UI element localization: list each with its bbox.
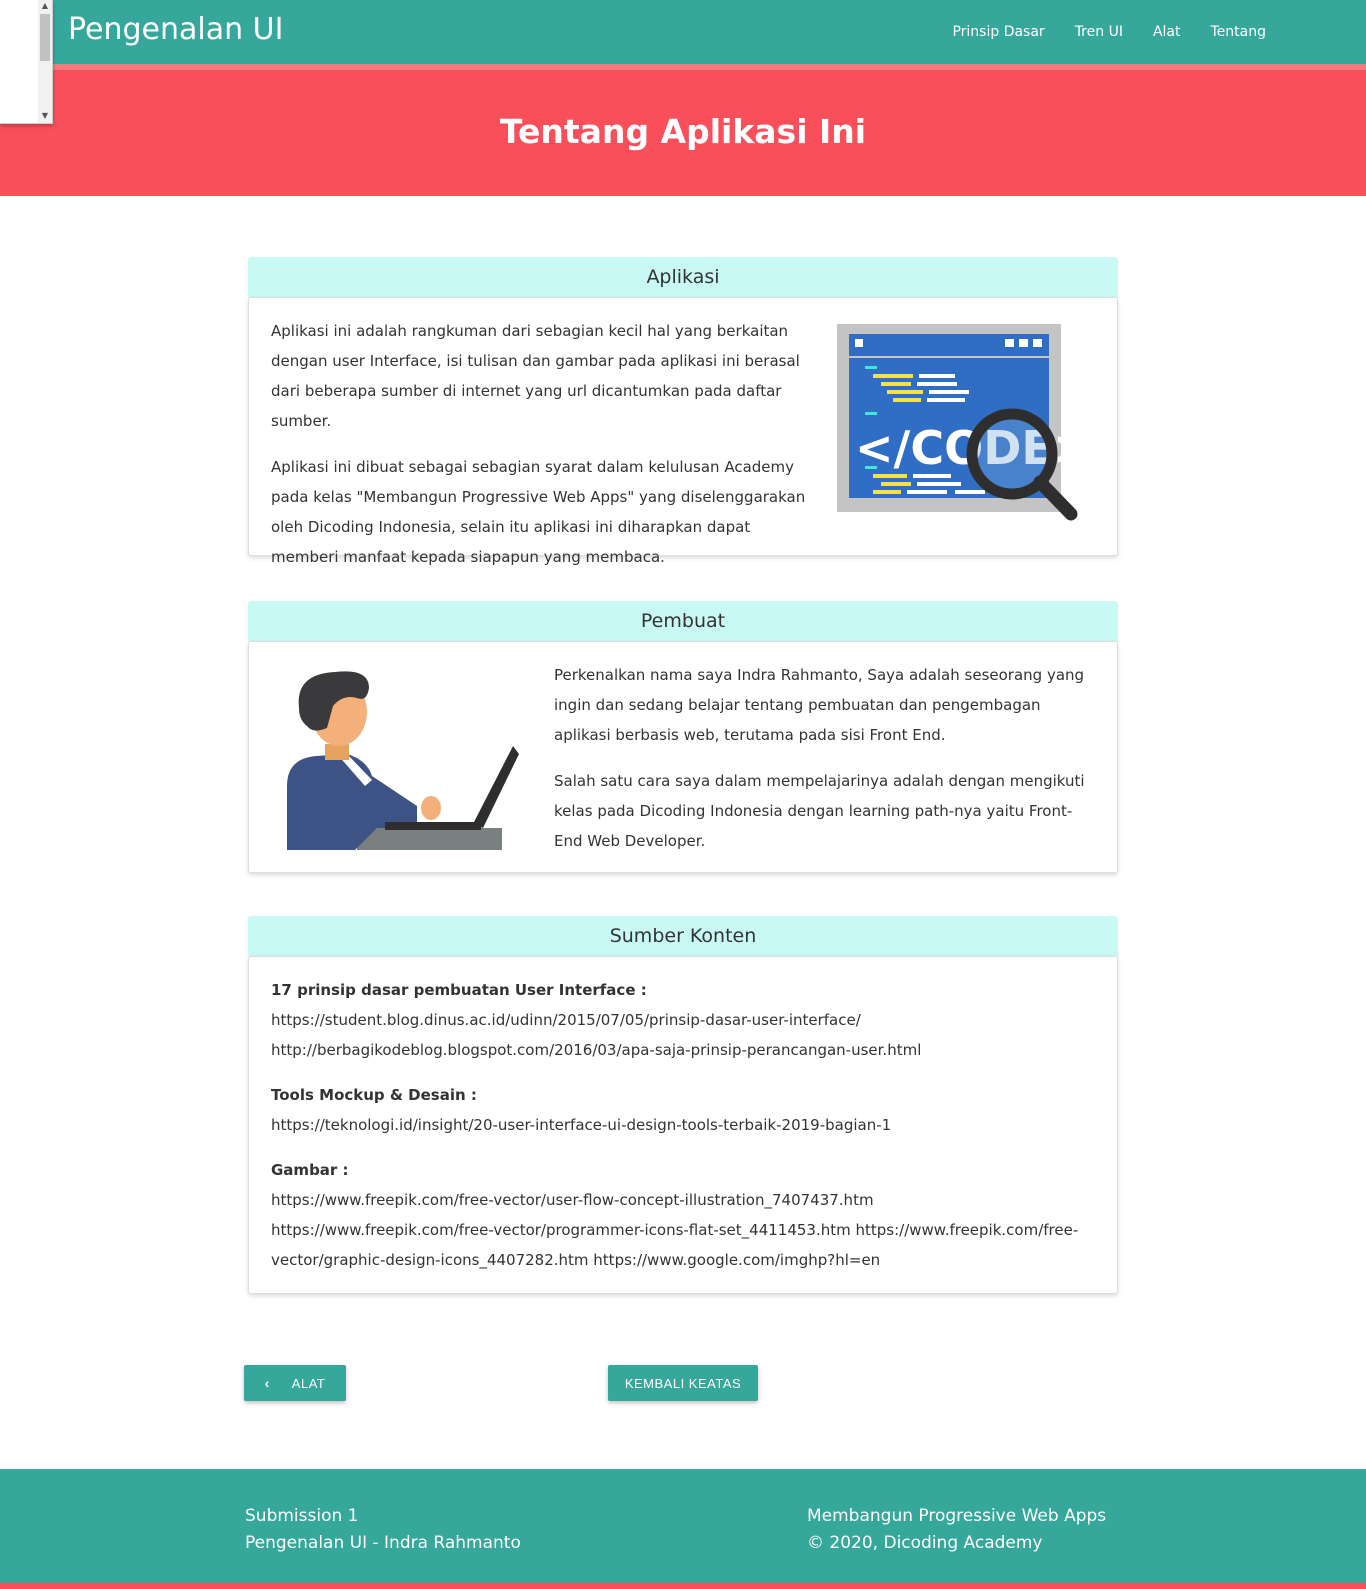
nav-link-alat[interactable]: Alat xyxy=(1153,24,1181,40)
card-sumber-konten: Sumber Konten 17 prinsip dasar pembuatan… xyxy=(248,916,1118,1294)
programmer-icon xyxy=(277,668,522,858)
paragraph: Perkenalkan nama saya Indra Rahmanto, Sa… xyxy=(554,666,1085,744)
card-body: 17 prinsip dasar pembuatan User Interfac… xyxy=(248,956,1118,1294)
source-link[interactable]: http://berbagikodeblog.blogspot.com/2016… xyxy=(271,1035,1095,1065)
paragraph: Aplikasi ini dibuat sebagai sebagian sya… xyxy=(271,458,806,566)
card-heading: Pembuat xyxy=(248,601,1118,641)
brand-title[interactable]: Pengenalan UI xyxy=(68,12,283,47)
button-label: ALAT xyxy=(291,1375,326,1391)
navbar: Pengenalan UI Prinsip Dasar Tren UI Alat… xyxy=(0,0,1366,64)
source-link[interactable]: https://student.blog.dinus.ac.id/udinn/2… xyxy=(271,1005,1095,1035)
source-group: Tools Mockup & Desain : https://teknolog… xyxy=(271,1080,1095,1140)
nav-link-prinsip-dasar[interactable]: Prinsip Dasar xyxy=(952,24,1044,40)
footer-text: Pengenalan UI - Indra Rahmanto xyxy=(245,1533,521,1553)
footer-right: Membangun Progressive Web Apps © 2020, D… xyxy=(807,1503,1106,1557)
footer-left: Submission 1 Pengenalan UI - Indra Rahma… xyxy=(245,1503,521,1557)
card-heading: Sumber Konten xyxy=(248,916,1118,956)
source-group-title: Gambar : xyxy=(271,1161,349,1179)
nav-link-tren-ui[interactable]: Tren UI xyxy=(1075,24,1123,40)
back-to-top-button[interactable]: KEMBALI KEATAS xyxy=(608,1365,758,1401)
source-link[interactable]: https://www.freepik.com/free-vector/user… xyxy=(271,1185,1095,1275)
nav-link-tentang[interactable]: Tentang xyxy=(1211,24,1267,40)
code-search-icon: </CODE> xyxy=(837,324,1091,528)
nav-links: Prinsip Dasar Tren UI Alat Tentang xyxy=(922,0,1266,64)
source-group: Gambar : https://www.freepik.com/free-ve… xyxy=(271,1155,1095,1275)
footer-text: Membangun Progressive Web Apps xyxy=(807,1506,1107,1526)
footer-text: Submission 1 xyxy=(245,1506,359,1526)
footer: Submission 1 Pengenalan UI - Indra Rahma… xyxy=(0,1469,1366,1589)
source-group-title: 17 prinsip dasar pembuatan User Interfac… xyxy=(271,981,647,999)
scroll-down-icon[interactable]: ▼ xyxy=(38,110,52,122)
card-pembuat: Pembuat Perkenalkan nama saya Indra Rahm… xyxy=(248,601,1118,873)
source-link[interactable]: https://teknologi.id/insight/20-user-int… xyxy=(271,1110,1095,1140)
back-to-alat-button[interactable]: ‹ ALAT xyxy=(244,1365,346,1401)
hero-banner: Tentang Aplikasi Ini xyxy=(0,64,1366,196)
card-aplikasi: Aplikasi Aplikasi ini adalah rangkuman d… xyxy=(248,257,1118,566)
footer-text: © 2020, Dicoding Academy xyxy=(807,1533,1043,1553)
scrollbar-thumb[interactable] xyxy=(40,14,50,61)
card-body: Perkenalkan nama saya Indra Rahmanto, Sa… xyxy=(248,641,1118,873)
card-body: Aplikasi ini adalah rangkuman dari sebag… xyxy=(248,297,1118,566)
source-group: 17 prinsip dasar pembuatan User Interfac… xyxy=(271,975,1095,1065)
paragraph: Aplikasi ini adalah rangkuman dari sebag… xyxy=(271,322,800,430)
page-title: Tentang Aplikasi Ini xyxy=(499,112,867,151)
scroll-up-icon[interactable]: ▲ xyxy=(38,0,52,12)
chevron-left-icon: ‹ xyxy=(264,1375,270,1391)
source-group-title: Tools Mockup & Desain : xyxy=(271,1086,477,1104)
button-label: KEMBALI KEATAS xyxy=(624,1375,742,1391)
card-heading: Aplikasi xyxy=(248,257,1118,297)
paragraph: Salah satu cara saya dalam mempelajariny… xyxy=(554,772,1085,850)
side-scroll-widget: ▲ ▼ xyxy=(0,0,53,124)
